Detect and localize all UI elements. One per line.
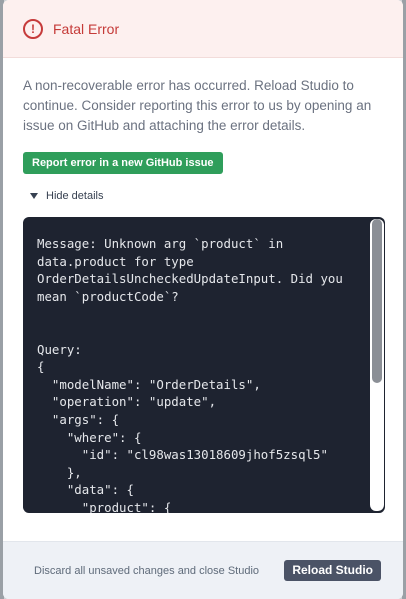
dialog-header: ! Fatal Error (3, 0, 403, 58)
dialog-footer: Discard all unsaved changes and close St… (3, 541, 403, 599)
alert-circle-icon: ! (23, 18, 43, 39)
caret-down-icon (30, 193, 38, 199)
reload-studio-button[interactable]: Reload Studio (284, 560, 381, 581)
discard-hint-text: Discard all unsaved changes and close St… (34, 564, 260, 577)
fatal-error-dialog: ! Fatal Error A non-recoverable error ha… (3, 0, 403, 599)
details-toggle[interactable]: Hide details (30, 190, 383, 202)
details-scrollbar-thumb[interactable] (372, 219, 382, 383)
error-description: A non-recoverable error has occurred. Re… (23, 78, 372, 133)
details-toggle-label: Hide details (46, 190, 104, 202)
report-github-issue-button[interactable]: Report error in a new GitHub issue (23, 152, 223, 174)
dialog-body: A non-recoverable error has occurred. Re… (3, 58, 403, 513)
error-details-text: Message: Unknown arg `product` in data.p… (37, 236, 343, 513)
error-details-panel[interactable]: Message: Unknown arg `product` in data.p… (23, 217, 385, 513)
details-scrollbar[interactable] (370, 219, 384, 511)
dialog-title: Fatal Error (53, 20, 120, 37)
